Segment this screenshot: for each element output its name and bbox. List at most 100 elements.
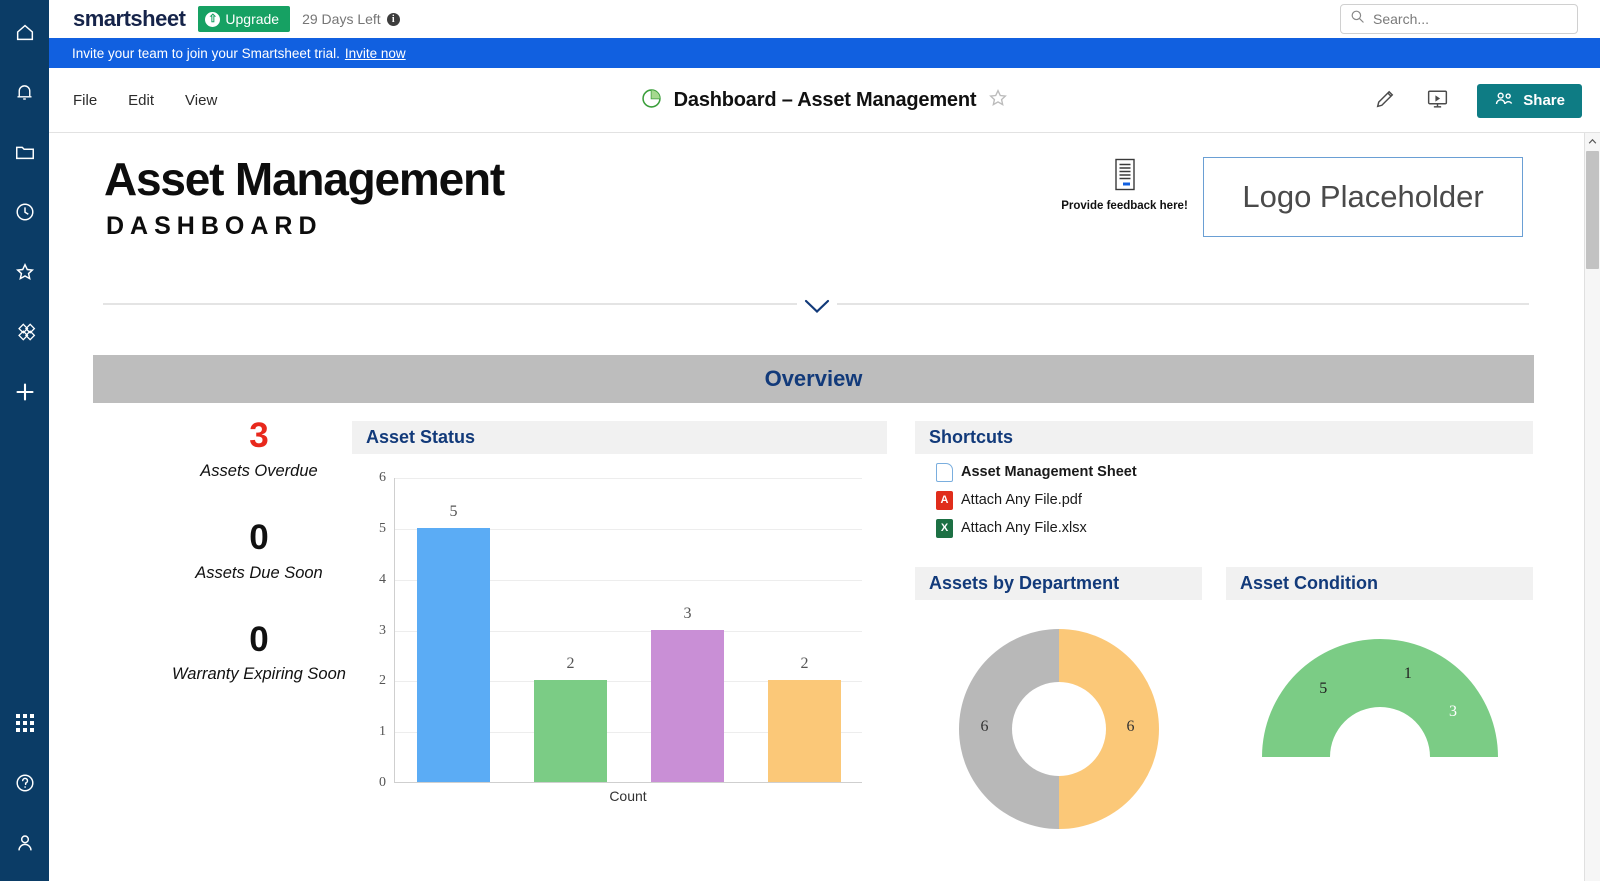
- panel-header-shortcuts: Shortcuts: [915, 421, 1533, 454]
- favorite-star-icon[interactable]: [987, 87, 1009, 114]
- donut-value-label: 6: [980, 718, 989, 735]
- smartsheet-file-icon: [936, 462, 953, 482]
- sidebar-item-home[interactable]: [0, 2, 49, 62]
- search-box[interactable]: [1340, 4, 1578, 34]
- dashboard-canvas: Asset Management DASHBOARD Provide feedb…: [49, 133, 1584, 881]
- sidebar-item-create[interactable]: [0, 362, 49, 422]
- sidebar-item-help[interactable]: [0, 753, 49, 813]
- bar-value-label: 5: [449, 502, 458, 520]
- menu-file[interactable]: File: [73, 92, 97, 109]
- vertical-scrollbar[interactable]: [1584, 133, 1600, 881]
- menu-view[interactable]: View: [185, 92, 217, 109]
- share-label: Share: [1523, 92, 1565, 109]
- trial-invite-banner: Invite your team to join your Smartsheet…: [49, 38, 1600, 68]
- y-axis-tick: 4: [379, 571, 386, 587]
- dashboard-title-group: Dashboard – Asset Management: [49, 68, 1600, 133]
- bar-checked-in[interactable]: 2: [534, 655, 607, 782]
- shortcut-label: Attach Any File.pdf: [961, 492, 1082, 508]
- sidebar-top-items: [0, 0, 49, 422]
- dashboard-pie-icon: [640, 87, 663, 115]
- clock-icon: [14, 201, 36, 223]
- shortcut-item[interactable]: Asset Management Sheet: [915, 458, 1533, 486]
- panel-header-asset-condition: Asset Condition: [1226, 567, 1533, 600]
- bar-value-label: 2: [800, 655, 809, 673]
- y-axis-tick: 6: [379, 470, 386, 485]
- overview-banner-label: Overview: [764, 366, 863, 391]
- top-bar: smartsheet ⇧ Upgrade 29 Days Left i: [49, 0, 1600, 38]
- smartsheet-logo[interactable]: smartsheet: [73, 6, 186, 32]
- home-icon: [14, 21, 36, 43]
- feedback-form-icon: [1110, 158, 1140, 196]
- dashboard-heading: Asset Management: [104, 153, 505, 205]
- scroll-up-arrow-icon[interactable]: [1585, 133, 1600, 150]
- asset-status-bar-chart: 0 1 2 3 4 5 6 5 2 3 2 Count: [352, 458, 887, 853]
- sidebar-item-apps[interactable]: [0, 693, 49, 753]
- share-people-icon: [1494, 90, 1514, 112]
- bar-value-label: 3: [683, 604, 692, 622]
- share-button[interactable]: Share: [1477, 83, 1582, 118]
- trial-banner-message: Invite your team to join your Smartsheet…: [72, 45, 340, 61]
- bar-maintenance[interactable]: 2: [768, 655, 841, 782]
- shortcut-label: Asset Management Sheet: [961, 464, 1137, 480]
- shortcut-item[interactable]: A Attach Any File.pdf: [915, 486, 1533, 514]
- account-icon: [14, 832, 36, 854]
- upgrade-button[interactable]: ⇧ Upgrade: [198, 6, 291, 32]
- grid-apps-icon: [15, 713, 35, 733]
- bell-icon: [14, 81, 35, 103]
- gauge-value-label: 5: [1319, 680, 1328, 698]
- grid-line: [395, 478, 862, 479]
- page-title: Dashboard – Asset Management: [673, 89, 977, 111]
- bar-chart-xlabel: Count: [609, 788, 647, 804]
- panel-header-assets-by-department: Assets by Department: [915, 567, 1202, 600]
- sidebar-bottom-items: [0, 693, 49, 873]
- gauge-value-label: 3: [1448, 703, 1457, 720]
- menubar-actions: Share: [1373, 68, 1582, 133]
- info-icon[interactable]: i: [386, 12, 400, 26]
- donut-value-label: 6: [1126, 718, 1135, 735]
- bar-checked-out[interactable]: 5: [417, 503, 490, 782]
- asset-condition-gauge-chart: 5 1 3: [1226, 607, 1533, 881]
- y-axis-tick: 2: [379, 673, 386, 689]
- scrollbar-thumb[interactable]: [1586, 151, 1599, 269]
- donut-ring: 66: [958, 629, 1159, 829]
- search-input[interactable]: [1373, 11, 1568, 27]
- edit-pencil-icon[interactable]: [1373, 86, 1398, 116]
- sidebar-item-recents[interactable]: [0, 182, 49, 242]
- overview-section-banner: Overview: [93, 355, 1534, 403]
- help-icon: [14, 772, 36, 794]
- trial-days-left: 29 Days Left i: [302, 11, 400, 27]
- shortcut-item[interactable]: X Attach Any File.xlsx: [915, 514, 1533, 542]
- donut-hole: [1011, 682, 1106, 776]
- shortcut-label: Attach Any File.xlsx: [961, 520, 1087, 536]
- y-axis-tick: 3: [379, 622, 386, 638]
- presentation-mode-icon[interactable]: [1425, 86, 1450, 116]
- days-left-label: 29 Days Left: [302, 11, 381, 27]
- pdf-file-icon: A: [936, 490, 953, 510]
- logo-placeholder[interactable]: Logo Placeholder: [1203, 157, 1523, 237]
- shortcuts-list: Asset Management Sheet A Attach Any File.p…: [915, 458, 1533, 542]
- sidebar-item-account[interactable]: [0, 813, 49, 873]
- invite-now-link[interactable]: Invite now: [345, 46, 406, 61]
- star-icon: [14, 261, 36, 283]
- logo-placeholder-text: Logo Placeholder: [1242, 179, 1484, 214]
- gauge-arc: 5 1 3: [1261, 639, 1498, 757]
- provide-feedback-widget[interactable]: Provide feedback here!: [1057, 158, 1192, 212]
- sidebar-item-favorites[interactable]: [0, 242, 49, 302]
- plus-icon: [13, 380, 37, 404]
- sidebar-item-browse[interactable]: [0, 122, 49, 182]
- sidebar-item-notifications[interactable]: [0, 62, 49, 122]
- dashboard-subheading: DASHBOARD: [106, 212, 323, 240]
- folder-icon: [14, 141, 36, 163]
- y-axis-tick: 0: [379, 775, 386, 790]
- feedback-label: Provide feedback here!: [1061, 200, 1188, 212]
- gauge-value-label: 1: [1403, 665, 1412, 683]
- chevron-down-icon[interactable]: [797, 289, 837, 323]
- left-sidebar: [0, 0, 49, 881]
- upgrade-arrow-icon: ⇧: [205, 11, 221, 27]
- search-icon: [1350, 9, 1365, 29]
- sidebar-item-workapps[interactable]: [0, 302, 49, 362]
- bar-pending[interactable]: 3: [651, 605, 724, 782]
- upgrade-label: Upgrade: [225, 11, 280, 27]
- excel-file-icon: X: [936, 518, 953, 538]
- menu-edit[interactable]: Edit: [128, 92, 154, 109]
